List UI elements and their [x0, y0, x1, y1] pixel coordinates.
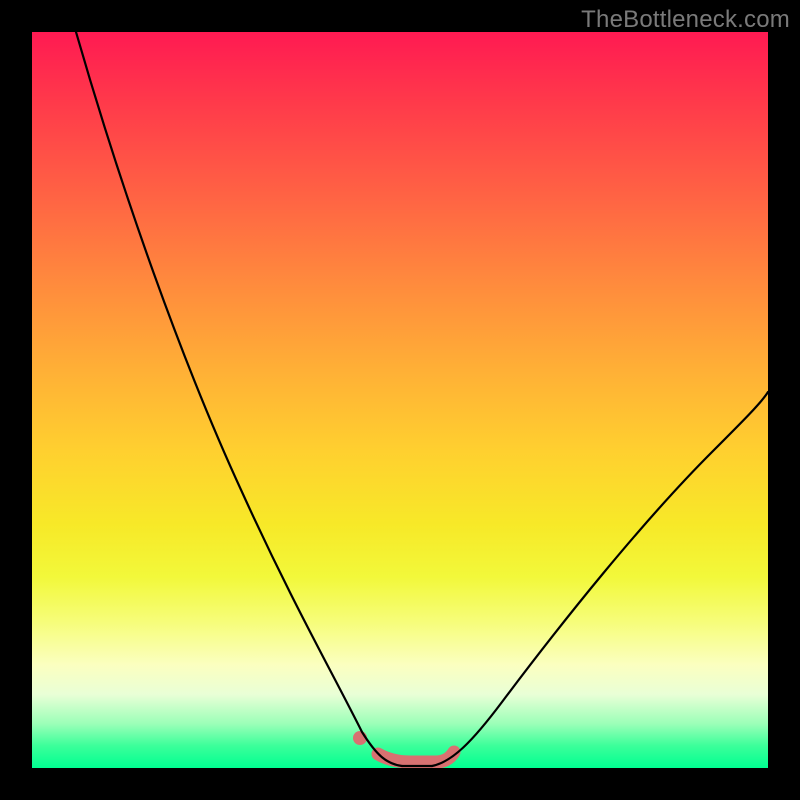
plot-area	[32, 32, 768, 768]
watermark-text: TheBottleneck.com	[581, 6, 790, 34]
curve-left-branch	[76, 32, 402, 766]
chart-frame: TheBottleneck.com	[0, 0, 800, 800]
valley-highlight	[378, 752, 454, 762]
curve-svg	[32, 32, 768, 768]
curve-right-branch	[432, 392, 768, 766]
